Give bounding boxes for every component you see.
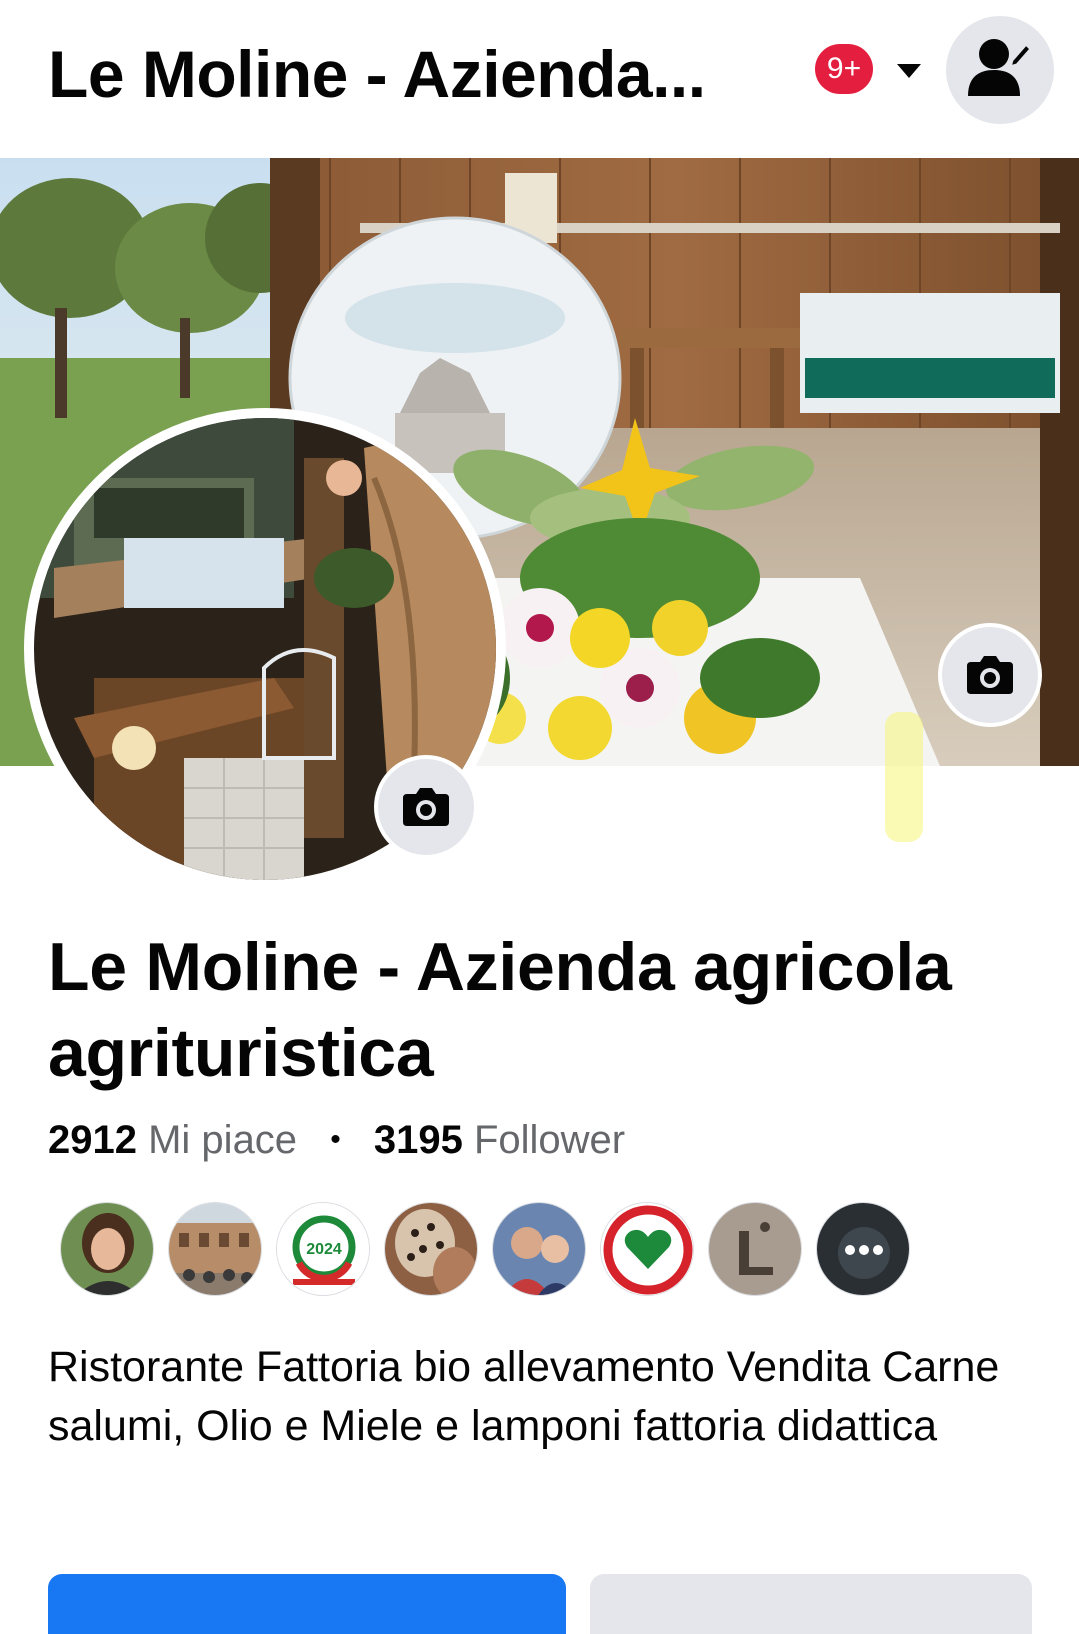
highlight-mark [885,712,923,842]
follower-avatar[interactable] [708,1202,802,1296]
svg-text:2024: 2024 [306,1241,342,1258]
likes-label: Mi piace [148,1118,298,1162]
camera-icon [403,788,449,826]
likes-count: 2912 [48,1118,137,1162]
switch-profile-icon [968,39,1032,96]
caret-down-icon[interactable] [893,58,925,82]
page-stats: 2912 Mi piace • 3195 Follower [48,1114,625,1166]
top-app-bar: Le Moline - Azienda... 9+ [0,0,1079,158]
page-description: Ristorante Fattoria bio allevamento Vend… [48,1343,1000,1450]
follower-avatar[interactable] [492,1202,586,1296]
primary-action-button[interactable] [48,1574,566,1634]
edit-profile-picture-button[interactable] [374,755,478,859]
follower-avatar[interactable] [600,1202,694,1296]
notifications-badge[interactable]: 9+ [815,44,873,94]
secondary-action-button[interactable] [590,1574,1032,1634]
follower-avatar[interactable] [384,1202,478,1296]
page-name: Le Moline - Azienda agricola agrituristi… [48,929,952,1091]
camera-icon [967,656,1013,694]
stats-separator: • [330,1123,341,1156]
follower-avatar[interactable] [60,1202,154,1296]
follower-avatar-more[interactable] [816,1202,910,1296]
followers-count: 3195 [373,1118,463,1162]
header-title: Le Moline - Azienda... [48,37,706,111]
edit-cover-button[interactable] [938,623,1042,727]
follower-avatar[interactable]: 2024 [276,1202,370,1296]
follower-avatar[interactable] [168,1202,262,1296]
switch-profile-button[interactable] [946,16,1054,124]
followers-label: Follower [473,1118,626,1162]
